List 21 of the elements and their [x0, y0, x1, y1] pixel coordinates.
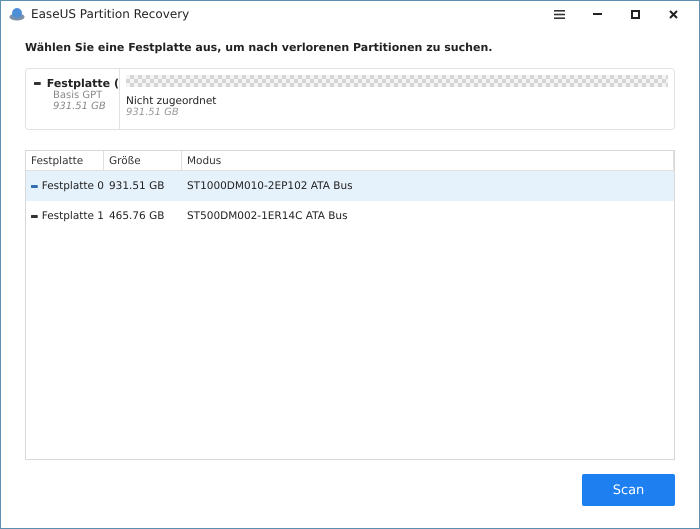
- partition-label: Nicht zugeordnet: [126, 95, 218, 107]
- disk-row[interactable]: Festplatte 1 465.76 GB ST500DM002-1ER14C ATA Bus: [26, 201, 674, 231]
- partition-size: 931.51 GB: [126, 107, 180, 118]
- minimize-icon[interactable]: [592, 13, 602, 15]
- table-cell: Festplatte 0: [42, 180, 104, 192]
- disk-name: Festplatte (: [46, 77, 119, 90]
- app-icon: [9, 7, 25, 21]
- window-title: EaseUS Partition Recovery: [31, 7, 190, 21]
- table-cell: Festplatte 1: [42, 210, 104, 222]
- disk-size: 931.51 GB: [53, 101, 107, 112]
- table-cell-text: ST500DM002-1ER14C ATA Bus: [186, 210, 349, 222]
- instruction-text: Wählen Sie eine Festplatte aus, um nach verlorenen Partitionen zu suchen.: [25, 41, 494, 54]
- table-cell-text: 931.51 GB: [108, 180, 166, 192]
- disk-type: Basis GPT: [53, 90, 104, 101]
- scan-button[interactable]: Scan: [582, 474, 675, 506]
- maximize-icon[interactable]: [630, 10, 640, 18]
- close-icon[interactable]: [668, 10, 678, 18]
- menu-icon[interactable]: [554, 10, 564, 18]
- disk-row[interactable]: Festplatte 0 931.51 GB ST1000DM010-2EP102 ATA Bus: [26, 171, 674, 201]
- table-cell-text: ST1000DM010-2EP102 ATA Bus: [186, 180, 354, 192]
- table-cell-text: 465.76 GB: [108, 210, 166, 222]
